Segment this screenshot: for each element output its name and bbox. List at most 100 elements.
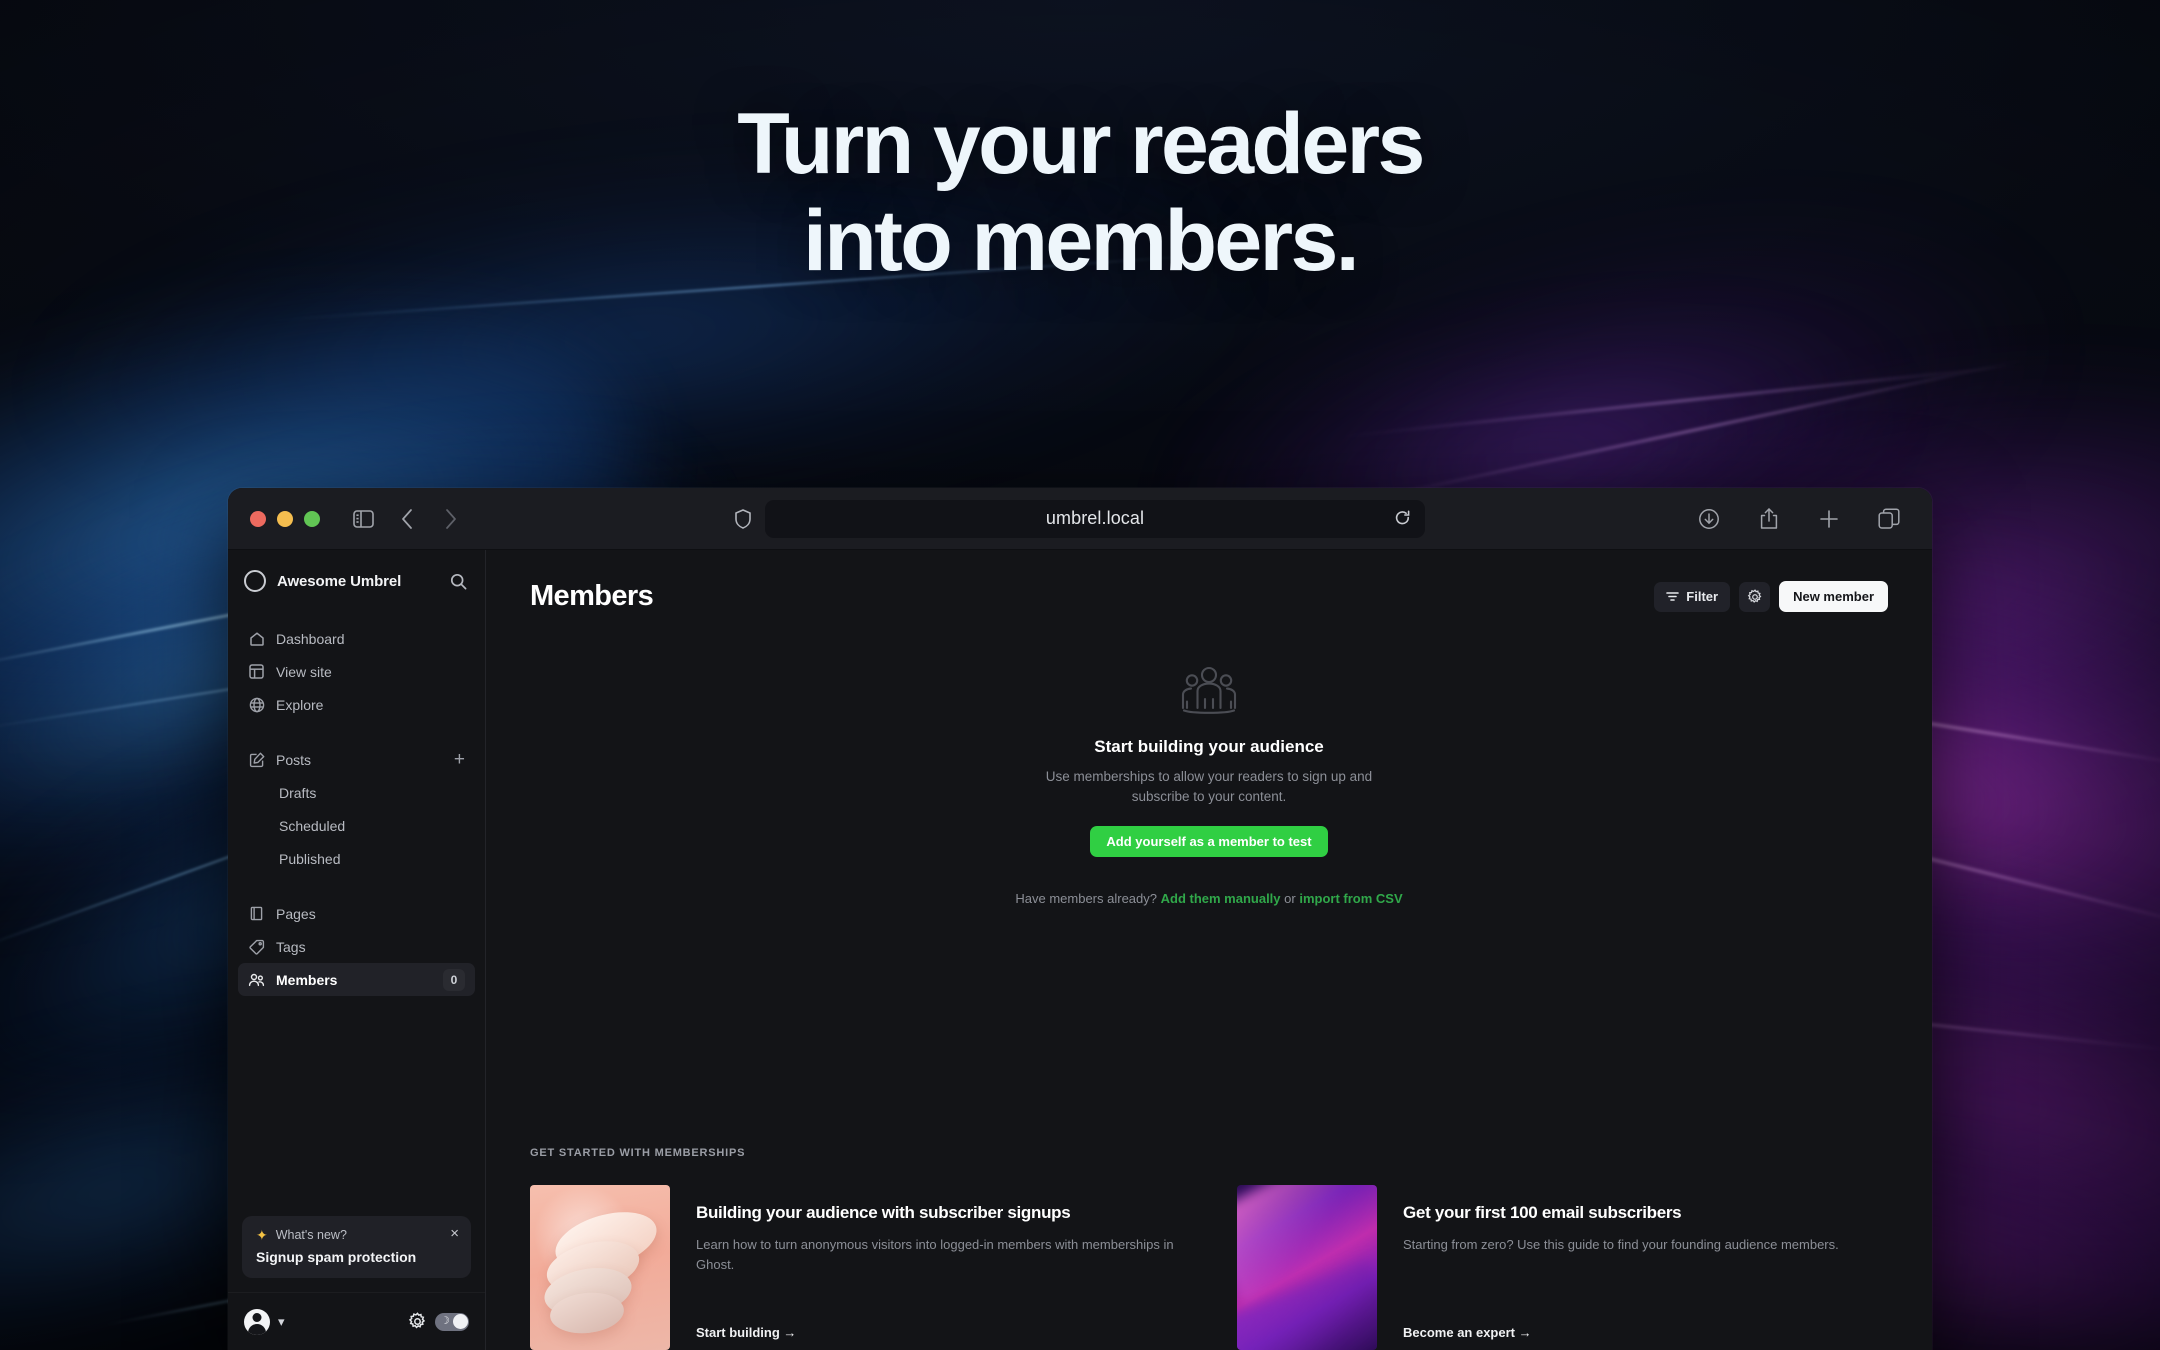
resource-card[interactable]: Get your first 100 email subscribers Sta…	[1237, 1185, 1888, 1350]
sidebar-item-label: Drafts	[279, 784, 317, 801]
members-empty-state: Start building your audience Use members…	[486, 613, 1932, 906]
new-post-button[interactable]: +	[454, 750, 465, 769]
forward-chevron-icon[interactable]	[434, 502, 468, 536]
sidebar-footer: ▾ ☽	[228, 1292, 485, 1350]
page-title: Members	[530, 580, 654, 612]
sidebar-item-posts[interactable]: Posts +	[238, 743, 475, 776]
share-icon[interactable]	[1752, 502, 1786, 536]
sidebar-item-explore[interactable]: Explore	[238, 688, 475, 721]
card-title: Get your first 100 email subscribers	[1403, 1203, 1682, 1222]
edit-icon	[248, 751, 265, 768]
main-content: Members Filter New member Start building…	[486, 550, 1932, 1350]
tab-overview-icon[interactable]	[1872, 502, 1906, 536]
address-bar[interactable]: umbrel.local	[765, 499, 1425, 538]
close-icon[interactable]: ×	[450, 1226, 459, 1241]
sidebar-item-label: View site	[276, 663, 332, 680]
sidebar-item-label: Pages	[276, 905, 316, 922]
card-description: Learn how to turn anonymous visitors int…	[696, 1237, 1174, 1272]
sidebar-item-drafts[interactable]: Drafts	[238, 776, 475, 809]
avatar[interactable]	[244, 1308, 270, 1335]
card-link[interactable]: Become an expert →	[1403, 1325, 1888, 1350]
sidebar-item-view-site[interactable]: View site	[238, 655, 475, 688]
hero-headline: Turn your readers into members.	[0, 96, 2160, 290]
close-window-button[interactable]	[250, 510, 266, 527]
whats-new-title: Signup spam protection	[256, 1249, 417, 1265]
sidebar-toggle-icon[interactable]	[346, 502, 380, 536]
sidebar-item-published[interactable]: Published	[238, 842, 475, 875]
shield-icon[interactable]	[735, 508, 751, 529]
filter-icon	[1666, 591, 1680, 602]
members-settings-button[interactable]	[1739, 581, 1771, 612]
gear-icon[interactable]	[408, 1312, 427, 1331]
whats-new-card[interactable]: ✦ What's new? × Signup spam protection	[242, 1216, 471, 1278]
members-icon	[248, 971, 265, 988]
maximize-window-button[interactable]	[304, 510, 320, 527]
hero-line-1: Turn your readers	[737, 96, 1425, 192]
empty-state-subtitle: Use memberships to allow your readers to…	[1045, 769, 1373, 804]
resource-card[interactable]: Building your audience with subscriber s…	[530, 1185, 1181, 1350]
card-title: Building your audience with subscriber s…	[696, 1203, 1071, 1222]
dark-mode-toggle[interactable]: ☽	[435, 1312, 469, 1331]
browser-window: umbrel.local Awesome Umbrel Dashboard Vi…	[228, 488, 1932, 1350]
get-started-section: GET STARTED WITH MEMBERSHIPS Building yo…	[486, 1147, 1932, 1350]
sidebar-item-pages[interactable]: Pages	[238, 897, 475, 930]
sparkle-icon: ✦	[256, 1227, 268, 1243]
whats-new-kicker: What's new?	[275, 1228, 347, 1242]
new-tab-plus-icon[interactable]	[1812, 502, 1846, 536]
sidebar-item-label: Members	[276, 971, 338, 988]
chevron-down-icon[interactable]: ▾	[278, 1314, 285, 1330]
tag-icon	[248, 938, 265, 955]
downloads-icon[interactable]	[1692, 502, 1726, 536]
add-yourself-as-member-button[interactable]: Add yourself as a member to test	[1090, 826, 1328, 858]
site-avatar	[244, 570, 266, 592]
sidebar-item-label: Explore	[276, 696, 324, 713]
filter-button-label: Filter	[1686, 589, 1719, 604]
address-bar-text: umbrel.local	[1045, 508, 1145, 528]
moon-icon: ☽	[440, 1314, 450, 1327]
globe-icon	[248, 696, 265, 713]
sidebar-item-label: Tags	[276, 938, 306, 955]
get-started-kicker: GET STARTED WITH MEMBERSHIPS	[530, 1147, 746, 1159]
reload-icon[interactable]	[1394, 510, 1411, 527]
toggle-knob	[452, 1314, 468, 1329]
header-actions: Filter New member	[1654, 581, 1888, 612]
browser-icon	[248, 663, 265, 680]
new-member-button[interactable]: New member	[1779, 581, 1888, 612]
sidebar-nav: Dashboard View site Explore Posts + Draf…	[228, 612, 485, 996]
sidebar-item-members[interactable]: Members 0	[238, 963, 475, 996]
back-chevron-icon[interactable]	[390, 502, 424, 536]
sidebar-item-dashboard[interactable]: Dashboard	[238, 622, 475, 655]
new-member-button-label: New member	[1793, 589, 1874, 604]
card-description: Starting from zero? Use this guide to fi…	[1403, 1237, 1839, 1252]
filter-button[interactable]: Filter	[1654, 581, 1731, 612]
search-icon[interactable]	[450, 573, 467, 590]
sidebar-item-label: Posts	[276, 751, 312, 768]
get-started-cards: Building your audience with subscriber s…	[530, 1185, 1888, 1350]
browser-titlebar: umbrel.local	[228, 488, 1932, 550]
card-link[interactable]: Start building →	[696, 1325, 1181, 1350]
minimize-window-button[interactable]	[277, 510, 293, 527]
have-members-or: or	[1280, 891, 1300, 907]
empty-state-title: Start building your audience	[1094, 737, 1324, 756]
peach-discs-image	[530, 1185, 670, 1350]
sidebar-item-label: Scheduled	[279, 817, 346, 834]
sidebar-item-tags[interactable]: Tags	[238, 930, 475, 963]
main-header: Members Filter New member	[486, 550, 1932, 613]
add-manually-link[interactable]: Add them manually	[1161, 891, 1281, 906]
sidebar: Awesome Umbrel Dashboard View site Explo…	[228, 550, 486, 1350]
neon-purple-image	[1237, 1185, 1377, 1350]
have-members-row: Have members already? Add them manually …	[486, 891, 1932, 906]
sidebar-item-scheduled[interactable]: Scheduled	[238, 809, 475, 842]
members-group-icon	[486, 665, 1932, 715]
hero-line-2: into members.	[802, 193, 1360, 290]
site-name: Awesome Umbrel	[277, 572, 402, 590]
site-header[interactable]: Awesome Umbrel	[228, 550, 485, 612]
home-icon	[248, 630, 265, 647]
members-count-badge: 0	[443, 968, 465, 991]
sidebar-item-label: Dashboard	[276, 630, 345, 647]
sidebar-item-label: Published	[279, 850, 341, 867]
gear-icon	[1747, 588, 1763, 605]
window-controls	[250, 510, 320, 527]
import-csv-link[interactable]: import from CSV	[1299, 891, 1402, 906]
ghost-admin-app: Awesome Umbrel Dashboard View site Explo…	[228, 550, 1932, 1350]
